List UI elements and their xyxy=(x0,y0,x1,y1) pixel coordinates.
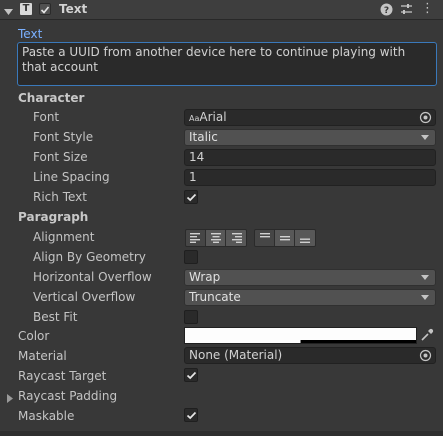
font-style-value: Italic xyxy=(189,130,218,144)
more-icon[interactable]: ⋮ xyxy=(421,2,434,16)
component-title: Text xyxy=(59,2,88,16)
align-top-button[interactable] xyxy=(255,230,275,246)
color-label: Color xyxy=(18,329,50,343)
vertical-overflow-value: Truncate xyxy=(189,290,241,304)
vertical-overflow-label: Vertical Overflow xyxy=(33,290,136,304)
chevron-down-icon[interactable] xyxy=(4,5,13,19)
material-value: None (Material) xyxy=(189,348,283,362)
text-input-area[interactable]: Paste a UUID from another device here to… xyxy=(17,42,437,86)
best-fit-checkbox[interactable] xyxy=(184,310,198,324)
font-label: Font xyxy=(33,110,60,124)
vertical-overflow-dropdown[interactable]: Truncate xyxy=(184,289,436,306)
color-swatch[interactable] xyxy=(184,327,417,344)
component-header: T Text ? ⋮ xyxy=(0,0,443,20)
help-icon[interactable]: ? xyxy=(380,3,393,19)
alignment-label: Alignment xyxy=(33,230,95,244)
font-size-label: Font Size xyxy=(33,150,88,164)
align-center-button[interactable] xyxy=(206,230,226,246)
object-picker-icon[interactable] xyxy=(419,349,432,362)
character-heading: Character xyxy=(18,91,85,105)
object-picker-icon[interactable] xyxy=(419,111,432,124)
horizontal-overflow-label: Horizontal Overflow xyxy=(33,270,152,284)
align-right-button[interactable] xyxy=(226,230,246,246)
font-style-dropdown[interactable]: Italic xyxy=(184,129,436,146)
font-object-field[interactable]: AaArial xyxy=(184,109,436,126)
font-asset-icon: Aa xyxy=(189,114,200,123)
raycast-padding-label[interactable]: Raycast Padding xyxy=(18,389,117,403)
raycast-target-checkbox[interactable] xyxy=(184,368,198,382)
raycast-target-label: Raycast Target xyxy=(18,369,107,383)
component-enabled-checkbox[interactable] xyxy=(39,3,51,15)
chevron-right-icon[interactable] xyxy=(7,392,14,406)
align-by-geometry-checkbox[interactable] xyxy=(184,250,198,264)
align-bottom-button[interactable] xyxy=(295,230,315,246)
chevron-down-icon xyxy=(421,135,429,140)
horizontal-alignment-group xyxy=(185,229,247,247)
align-left-button[interactable] xyxy=(186,230,206,246)
align-middle-button[interactable] xyxy=(275,230,295,246)
text-t-icon: T xyxy=(20,3,32,15)
align-by-geometry-label: Align By Geometry xyxy=(33,250,146,264)
font-value: Arial xyxy=(199,110,227,124)
preset-icon[interactable] xyxy=(400,3,413,19)
horizontal-overflow-value: Wrap xyxy=(189,270,221,284)
paragraph-heading: Paragraph xyxy=(18,210,89,224)
alpha-bar xyxy=(185,340,416,343)
font-size-field[interactable]: 14 xyxy=(184,149,436,166)
maskable-checkbox[interactable] xyxy=(184,408,198,422)
vertical-alignment-group xyxy=(254,229,316,247)
material-object-field[interactable]: None (Material) xyxy=(184,347,436,364)
eyedropper-icon[interactable] xyxy=(420,328,434,345)
rich-text-label: Rich Text xyxy=(33,190,87,204)
line-spacing-field[interactable]: 1 xyxy=(184,169,436,186)
font-style-label: Font Style xyxy=(33,130,94,144)
line-spacing-label: Line Spacing xyxy=(33,170,110,184)
best-fit-label: Best Fit xyxy=(33,310,78,324)
divider xyxy=(0,431,443,436)
svg-text:?: ? xyxy=(384,6,389,16)
maskable-label: Maskable xyxy=(18,409,75,423)
rich-text-checkbox[interactable] xyxy=(184,190,198,204)
horizontal-overflow-dropdown[interactable]: Wrap xyxy=(184,269,436,286)
material-label: Material xyxy=(18,349,67,363)
chevron-down-icon xyxy=(421,295,429,300)
text-label: Text xyxy=(18,27,43,41)
chevron-down-icon xyxy=(421,275,429,280)
